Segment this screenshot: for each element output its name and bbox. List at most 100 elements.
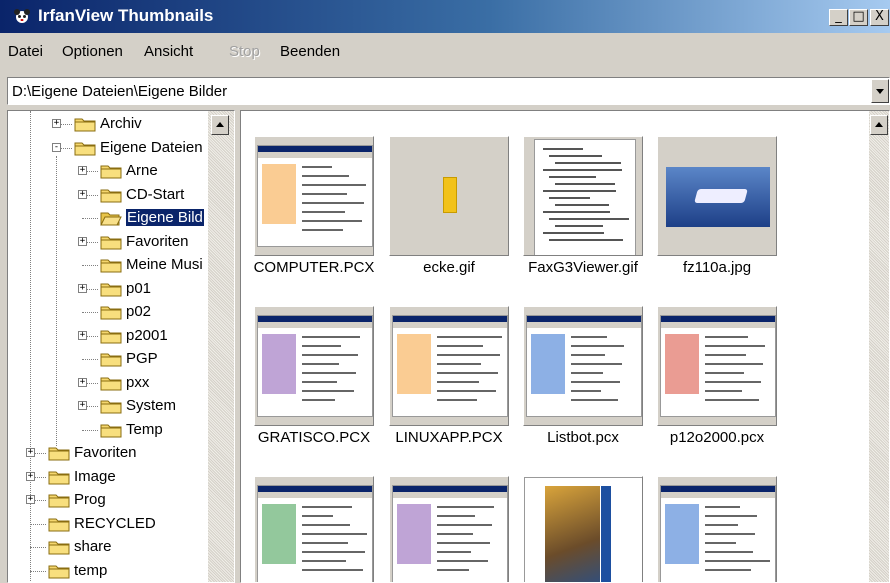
expand-icon[interactable]: + xyxy=(26,471,35,481)
expand-icon[interactable]: + xyxy=(52,119,61,128)
close-button[interactable]: X xyxy=(870,9,889,26)
folder-icon xyxy=(100,422,122,438)
title-bar[interactable]: IrfanView Thumbnails _ □ X xyxy=(0,0,890,33)
tree-item-temp[interactable]: Temp xyxy=(8,420,208,442)
maximize-button[interactable]: □ xyxy=(849,9,868,26)
thumbnail-image xyxy=(257,145,373,247)
tree-scroll-up-button[interactable] xyxy=(211,115,229,135)
tree-item-image[interactable]: + Image xyxy=(8,467,208,489)
menu-stop[interactable]: Stop xyxy=(229,43,260,60)
tree-item-arne[interactable]: + Arne xyxy=(8,161,208,183)
folder-icon xyxy=(48,516,70,532)
thumbnail-image xyxy=(660,485,776,582)
expand-icon[interactable]: + xyxy=(78,283,87,293)
thumbnail-frame xyxy=(523,306,643,426)
tree-item-eigene-dateien[interactable]: - Eigene Dateien xyxy=(8,138,208,160)
thumbnail-item[interactable] xyxy=(389,476,509,582)
minimize-button[interactable]: _ xyxy=(829,9,848,26)
tree-item-label: CD-Start xyxy=(126,185,185,203)
irfanview-thumbnails-window: IrfanView Thumbnails _ □ X Datei Optione… xyxy=(0,0,890,583)
folder-icon xyxy=(74,116,96,132)
tree-item-favoriten[interactable]: + Favoriten xyxy=(8,443,208,465)
tree-item-label: Archiv xyxy=(100,115,142,132)
expand-icon[interactable]: + xyxy=(78,166,87,175)
thumbnail-item[interactable] xyxy=(657,476,777,582)
folder-icon xyxy=(48,469,70,485)
tree-item-favoriten[interactable]: + Favoriten xyxy=(8,232,208,254)
tree-item-label: p01 xyxy=(126,279,152,297)
thumbnail-frame xyxy=(389,476,509,582)
menu-bar: Datei Optionen Ansicht Stop Beenden xyxy=(0,37,890,65)
collapse-icon[interactable]: - xyxy=(52,142,61,152)
folder-icon xyxy=(100,328,122,344)
thumbnail-image xyxy=(660,315,776,417)
path-combobox[interactable]: D:\Eigene Dateien\Eigene Bilder xyxy=(7,77,890,105)
tree-item-p01[interactable]: + p01 xyxy=(8,279,208,301)
folder-icon xyxy=(100,163,122,179)
tree-item-p02[interactable]: p02 xyxy=(8,302,208,324)
thumbnail-scrollbar[interactable] xyxy=(869,111,889,582)
tree-item-cd-start[interactable]: + CD-Start xyxy=(8,185,208,207)
menu-ansicht[interactable]: Ansicht xyxy=(144,43,193,60)
thumbnail-item[interactable]: p12o2000.pcx xyxy=(657,306,777,446)
tree-item-label: share xyxy=(74,538,112,555)
tree-item-pgp[interactable]: PGP xyxy=(8,349,208,371)
thumbnail-image xyxy=(257,315,373,417)
expand-icon[interactable]: + xyxy=(78,189,87,199)
folder-open-icon xyxy=(100,210,122,226)
tree-item-eigene-bild[interactable]: Eigene Bild xyxy=(8,208,208,230)
tree-item-label: RECYCLED xyxy=(74,514,156,532)
thumbnail-filename: COMPUTER.PCX xyxy=(253,259,375,276)
tree-item-label: pxx xyxy=(126,373,150,391)
thumbnail-item[interactable]: GRATISCO.PCX xyxy=(254,306,374,446)
thumbnail-item[interactable] xyxy=(523,476,643,582)
expand-icon[interactable]: + xyxy=(78,377,87,387)
tree-connector xyxy=(30,523,46,525)
menu-datei[interactable]: Datei xyxy=(8,43,43,60)
tree-item-recycled[interactable]: RECYCLED xyxy=(8,514,208,536)
thumbnail-item[interactable]: ecke.gif xyxy=(389,136,509,276)
thumbnail-image xyxy=(392,315,508,417)
thumbnail-frame xyxy=(523,476,643,582)
thumbnail-scroll-up-button[interactable] xyxy=(870,115,888,135)
folder-icon xyxy=(100,398,122,414)
expand-icon[interactable]: + xyxy=(78,236,87,246)
thumbnail-item[interactable]: COMPUTER.PCX xyxy=(254,136,374,276)
tree-item-temp[interactable]: temp xyxy=(8,561,208,583)
thumbnail-filename: GRATISCO.PCX xyxy=(257,429,371,446)
menu-beenden[interactable]: Beenden xyxy=(280,43,340,60)
thumbnail-pane[interactable]: p12o2000.pcx Listbot.pcx LINUXAPP.PCX GRATI… xyxy=(240,110,890,583)
folder-icon xyxy=(100,187,122,203)
tree-item-label: Eigene Bild xyxy=(126,209,204,226)
menu-optionen[interactable]: Optionen xyxy=(62,43,123,60)
expand-icon[interactable]: + xyxy=(26,495,35,504)
tree-item-archiv[interactable]: + Archiv xyxy=(8,114,208,136)
tree-item-label: Image xyxy=(74,467,116,485)
tree-item-label: temp xyxy=(74,561,108,579)
folder-icon xyxy=(48,445,70,461)
tree-item-meine-musi[interactable]: Meine Musi xyxy=(8,255,208,277)
thumbnail-frame xyxy=(389,306,509,426)
tree-scrollbar[interactable] xyxy=(208,111,234,582)
thumbnail-item[interactable] xyxy=(254,476,374,582)
folder-icon xyxy=(48,563,70,579)
folder-tree[interactable]: temp share RECYCLED + Prog + Image + Favoriten Te… xyxy=(7,110,235,583)
thumbnail-item[interactable]: LINUXAPP.PCX xyxy=(389,306,509,446)
tree-item-share[interactable]: share xyxy=(8,537,208,559)
thumbnail-item[interactable]: fz110a.jpg xyxy=(657,136,777,276)
expand-icon[interactable]: + xyxy=(26,448,35,457)
path-dropdown-button[interactable] xyxy=(871,79,889,103)
tree-item-p2001[interactable]: + p2001 xyxy=(8,326,208,348)
thumbnail-frame xyxy=(254,136,374,256)
thumbnail-filename: ecke.gif xyxy=(423,259,475,276)
folder-icon xyxy=(100,281,122,297)
expand-icon[interactable]: + xyxy=(78,330,87,340)
thumbnail-frame xyxy=(389,136,509,256)
thumbnail-item[interactable]: Listbot.pcx xyxy=(523,306,643,446)
thumbnail-filename: Listbot.pcx xyxy=(547,429,619,446)
expand-icon[interactable]: + xyxy=(78,401,87,410)
tree-item-pxx[interactable]: + pxx xyxy=(8,373,208,395)
thumbnail-item[interactable]: FaxG3Viewer.gif xyxy=(523,136,643,276)
tree-item-prog[interactable]: + Prog xyxy=(8,490,208,512)
tree-item-system[interactable]: + System xyxy=(8,396,208,418)
